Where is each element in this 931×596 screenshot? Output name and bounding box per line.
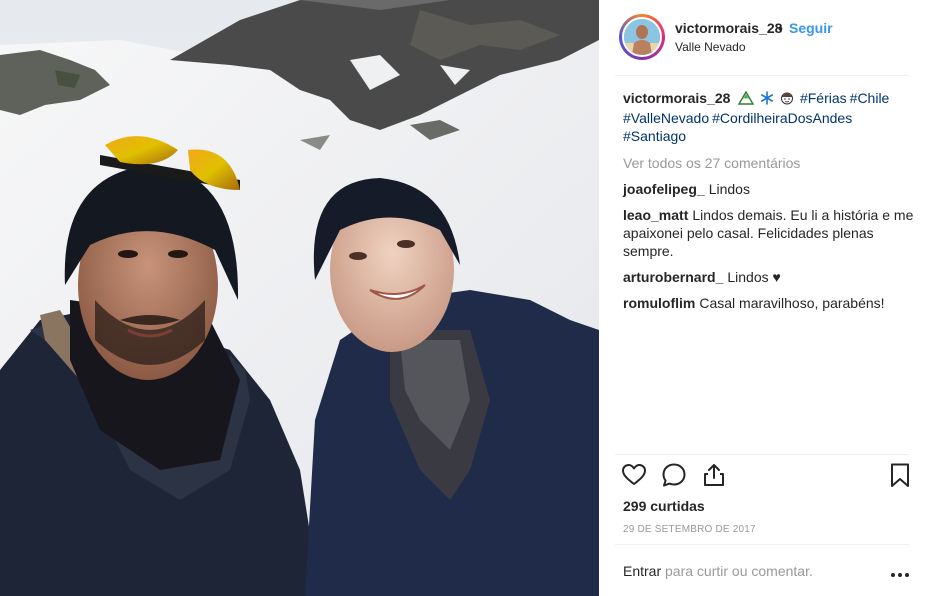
likes-count[interactable]: 299 curtidas — [623, 498, 705, 514]
hashtag-link[interactable]: #Santiago — [623, 128, 686, 144]
instagram-post: victormorais_28 • Seguir Valle Nevado vi… — [0, 0, 931, 596]
login-prompt-text: para curtir ou comentar. — [665, 563, 813, 579]
hashtag-link[interactable]: #CordilheiraDosAndes — [712, 110, 852, 126]
avatar[interactable] — [622, 17, 662, 57]
post-actions-bar — [621, 462, 915, 492]
comment-username[interactable]: leao_matt — [623, 207, 688, 223]
view-all-comments-link[interactable]: Ver todos os 27 comentários — [623, 154, 915, 172]
comment-item: leao_matt Lindos demais. Eu li a história… — [623, 206, 915, 260]
login-link[interactable]: Entrar — [623, 563, 661, 579]
post-author-username[interactable]: victormorais_28 — [675, 20, 782, 36]
comment-text: Casal maravilhoso, parabéns! — [699, 295, 885, 311]
header-divider — [615, 75, 909, 76]
avatar-story-ring[interactable] — [619, 14, 665, 60]
post-header: victormorais_28 • Seguir Valle Nevado — [599, 0, 931, 76]
add-comment-divider — [615, 544, 909, 545]
post-location[interactable]: Valle Nevado — [675, 40, 746, 54]
man-emoji-icon — [780, 91, 794, 109]
login-to-comment-prompt: Entrar para curtir ou comentar. — [623, 563, 843, 579]
actions-divider — [615, 454, 909, 455]
follow-button[interactable]: Seguir — [789, 20, 833, 36]
more-options-icon[interactable] — [890, 565, 910, 581]
comment-item: arturobernard_ Lindos ♥ — [623, 268, 915, 286]
share-icon[interactable] — [701, 462, 729, 490]
ellipsis-glyph — [891, 573, 909, 577]
comment-text: Lindos ♥ — [727, 269, 781, 285]
comment-username[interactable]: joaofelipeg_ — [623, 181, 705, 197]
comment-item: joaofelipeg_ Lindos — [623, 180, 915, 198]
caption-username[interactable]: victormorais_28 — [623, 90, 730, 106]
bookmark-icon[interactable] — [887, 462, 915, 490]
heart-icon[interactable] — [621, 462, 649, 490]
comment-username[interactable]: romuloflim — [623, 295, 695, 311]
hashtag-link[interactable]: #ValleNevado — [623, 110, 709, 126]
post-photo[interactable] — [0, 0, 599, 596]
hashtag-link[interactable]: #Férias — [800, 90, 847, 106]
post-caption: victormorais_28 #Férias #Chile #ValleNeva… — [623, 89, 915, 145]
comment-icon[interactable] — [661, 462, 689, 490]
comment-username[interactable]: arturobernard_ — [623, 269, 723, 285]
mountain-emoji-icon — [738, 90, 755, 109]
separator-dot: • — [778, 20, 783, 36]
selfie-snow-mountain-image — [0, 0, 599, 596]
post-date[interactable]: 29 de setembro de 2017 — [623, 524, 756, 535]
avatar-image — [624, 19, 660, 55]
comment-item: romuloflim Casal maravilhoso, parabéns! — [623, 294, 915, 312]
comments-section: victormorais_28 #Férias #Chile #ValleNeva… — [623, 89, 915, 312]
comment-text: Lindos — [708, 181, 750, 197]
snowflake-emoji-icon — [760, 91, 774, 109]
post-side-panel: victormorais_28 • Seguir Valle Nevado vi… — [599, 0, 931, 596]
hashtag-link[interactable]: #Chile — [850, 90, 890, 106]
